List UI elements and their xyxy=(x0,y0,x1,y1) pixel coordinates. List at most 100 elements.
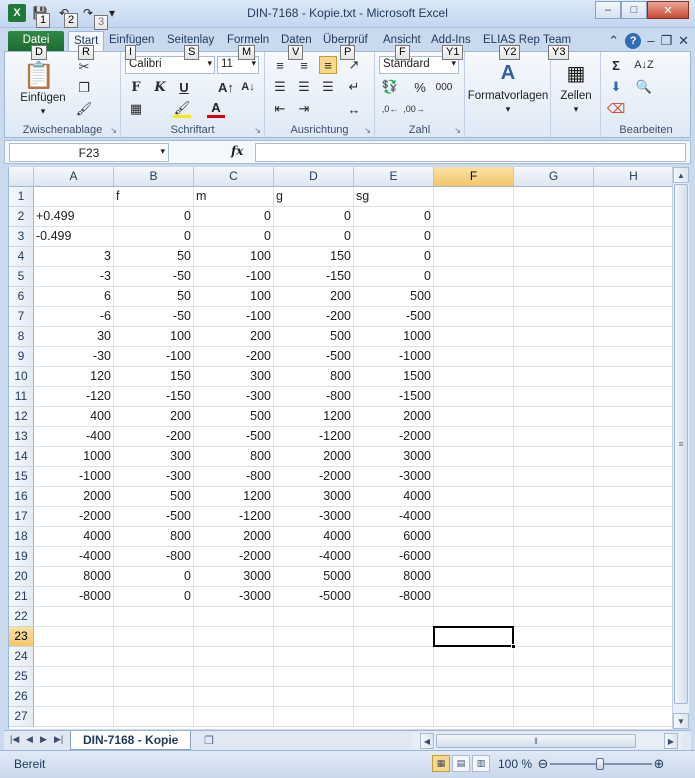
cell-c9[interactable]: -200 xyxy=(194,347,274,367)
cell-g25[interactable] xyxy=(514,667,594,687)
cell-f7[interactable] xyxy=(434,307,514,327)
cell-b18[interactable]: 800 xyxy=(114,527,194,547)
row-header-26[interactable]: 26 xyxy=(9,687,34,707)
paste-dropdown-icon[interactable]: ▾ xyxy=(35,106,51,117)
cell-c4[interactable]: 100 xyxy=(194,247,274,267)
cell-b4[interactable]: 50 xyxy=(114,247,194,267)
styles-icon[interactable]: A xyxy=(495,60,521,86)
cell-g22[interactable] xyxy=(514,607,594,627)
cell-c11[interactable]: -300 xyxy=(194,387,274,407)
cell-f21[interactable] xyxy=(434,587,514,607)
cell-a22[interactable] xyxy=(34,607,114,627)
cell-b3[interactable]: 0 xyxy=(114,227,194,247)
cell-a7[interactable]: -6 xyxy=(34,307,114,327)
cell-a6[interactable]: 6 xyxy=(34,287,114,307)
cell-d11[interactable]: -800 xyxy=(274,387,354,407)
clear-icon[interactable]: ⌫ xyxy=(607,100,625,118)
row-header-4[interactable]: 4 xyxy=(9,247,34,267)
cell-h25[interactable] xyxy=(594,667,672,687)
page-layout-view-icon[interactable]: ▤ xyxy=(452,755,470,772)
row-header-25[interactable]: 25 xyxy=(9,667,34,687)
decrease-indent-icon[interactable]: ⇤ xyxy=(271,100,289,118)
cell-c1[interactable]: m xyxy=(194,187,274,207)
cell-b12[interactable]: 200 xyxy=(114,407,194,427)
cell-b2[interactable]: 0 xyxy=(114,207,194,227)
cell-e9[interactable]: -1000 xyxy=(354,347,434,367)
cells-dropdown-icon[interactable]: ▾ xyxy=(568,104,584,115)
thousands-separator-icon[interactable]: 000 xyxy=(435,78,453,96)
cut-icon[interactable]: ✂ xyxy=(75,58,93,76)
cell-d3[interactable]: 0 xyxy=(274,227,354,247)
cell-f11[interactable] xyxy=(434,387,514,407)
cell-g19[interactable] xyxy=(514,547,594,567)
cell-b7[interactable]: -50 xyxy=(114,307,194,327)
align-right-icon[interactable]: ☰ xyxy=(319,78,337,96)
cell-f13[interactable] xyxy=(434,427,514,447)
autosum-icon[interactable]: Σ xyxy=(607,56,625,74)
cell-g5[interactable] xyxy=(514,267,594,287)
cell-a10[interactable]: 120 xyxy=(34,367,114,387)
active-cell-selection[interactable] xyxy=(433,626,516,649)
cells-icon[interactable]: ▦ xyxy=(563,60,589,86)
cell-e26[interactable] xyxy=(354,687,434,707)
minimize-icon[interactable]: – xyxy=(595,1,621,19)
cell-d10[interactable]: 800 xyxy=(274,367,354,387)
cell-c22[interactable] xyxy=(194,607,274,627)
row-header-9[interactable]: 9 xyxy=(9,347,34,367)
row-header-27[interactable]: 27 xyxy=(9,707,34,727)
copy-icon[interactable]: ❐ xyxy=(75,79,93,97)
cell-b10[interactable]: 150 xyxy=(114,367,194,387)
cell-a15[interactable]: -1000 xyxy=(34,467,114,487)
cell-d13[interactable]: -1200 xyxy=(274,427,354,447)
row-header-11[interactable]: 11 xyxy=(9,387,34,407)
cell-a4[interactable]: 3 xyxy=(34,247,114,267)
cell-e14[interactable]: 3000 xyxy=(354,447,434,467)
cell-g8[interactable] xyxy=(514,327,594,347)
cell-g21[interactable] xyxy=(514,587,594,607)
vertical-scroll-thumb[interactable]: ≡ xyxy=(674,184,688,704)
scroll-left-icon[interactable]: ◀ xyxy=(420,733,434,749)
cell-a26[interactable] xyxy=(34,687,114,707)
cell-h18[interactable] xyxy=(594,527,672,547)
cell-d22[interactable] xyxy=(274,607,354,627)
cell-f4[interactable] xyxy=(434,247,514,267)
cell-d5[interactable]: -150 xyxy=(274,267,354,287)
cell-f2[interactable] xyxy=(434,207,514,227)
column-header-f[interactable]: F xyxy=(434,167,514,187)
align-bottom-icon[interactable]: ≡ xyxy=(319,56,337,74)
sort-filter-icon[interactable]: A↓Z xyxy=(634,56,654,74)
cell-b11[interactable]: -150 xyxy=(114,387,194,407)
row-header-1[interactable]: 1 xyxy=(9,187,34,207)
cell-c23[interactable] xyxy=(194,627,274,647)
column-header-g[interactable]: G xyxy=(514,167,594,187)
cell-a11[interactable]: -120 xyxy=(34,387,114,407)
cell-f20[interactable] xyxy=(434,567,514,587)
font-name-dropdown-icon[interactable]: ▾ xyxy=(207,58,212,69)
cell-b20[interactable]: 0 xyxy=(114,567,194,587)
cell-d17[interactable]: -3000 xyxy=(274,507,354,527)
cell-d27[interactable] xyxy=(274,707,354,727)
cell-b14[interactable]: 300 xyxy=(114,447,194,467)
cell-h27[interactable] xyxy=(594,707,672,727)
cell-c25[interactable] xyxy=(194,667,274,687)
cell-e16[interactable]: 4000 xyxy=(354,487,434,507)
sheet-tab-din-7168-kopie[interactable]: DIN-7168 - Kopie xyxy=(70,731,192,750)
cell-g23[interactable] xyxy=(514,627,594,647)
cell-b25[interactable] xyxy=(114,667,194,687)
column-header-d[interactable]: D xyxy=(274,167,354,187)
cell-g1[interactable] xyxy=(514,187,594,207)
cell-b6[interactable]: 50 xyxy=(114,287,194,307)
cell-e20[interactable]: 8000 xyxy=(354,567,434,587)
cell-d12[interactable]: 1200 xyxy=(274,407,354,427)
borders-icon[interactable]: ▦ xyxy=(127,100,145,118)
cell-c19[interactable]: -2000 xyxy=(194,547,274,567)
cell-g12[interactable] xyxy=(514,407,594,427)
cell-b8[interactable]: 100 xyxy=(114,327,194,347)
cell-b19[interactable]: -800 xyxy=(114,547,194,567)
row-header-21[interactable]: 21 xyxy=(9,587,34,607)
cell-h23[interactable] xyxy=(594,627,672,647)
cell-g4[interactable] xyxy=(514,247,594,267)
cell-c16[interactable]: 1200 xyxy=(194,487,274,507)
cell-h5[interactable] xyxy=(594,267,672,287)
cell-d16[interactable]: 3000 xyxy=(274,487,354,507)
